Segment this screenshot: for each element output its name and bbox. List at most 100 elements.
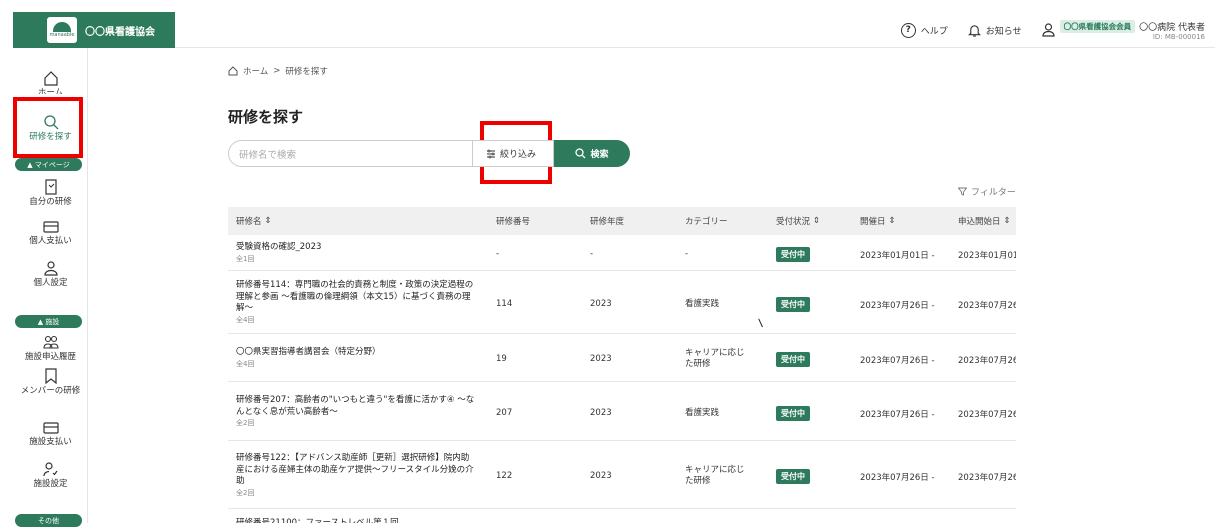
filter-button[interactable]: 絞り込み: [472, 140, 554, 167]
sort-icon: ⇕: [1003, 216, 1011, 226]
filter-toggle-link[interactable]: フィルター: [958, 185, 1016, 198]
status-badge-wrap: 受付中: [776, 247, 810, 262]
table-row[interactable]: 〇〇県実習指導者講習会（特定分野） 全4回 19 2023 キャリアに応じた研修 受付中 2…: [228, 334, 1016, 382]
logo-mark: [53, 22, 71, 32]
user-menu[interactable]: 〇〇県看護協会会員 〇〇病院 代表者 ID: MB-000016: [1042, 19, 1205, 41]
training-name[interactable]: 研修番号114：専門職の社会的責務と制度・政策の決定過程の理解と参画 〜看護職の…: [236, 280, 476, 325]
sidebar-item-facility-history[interactable]: 施設申込履歴: [13, 335, 88, 362]
training-name[interactable]: 研修番号122：【アドバンス助産師［更新］選択研修】院内助産における産婦主体の助…: [236, 453, 476, 498]
training-title: 受験資格の確認_2023: [236, 242, 322, 252]
event-date: 2023年07月26日 -: [860, 473, 935, 483]
apply-start-date: 2023年07月26: [958, 301, 1016, 311]
help-icon: ?: [900, 22, 916, 38]
table-row[interactable]: 研修番号114：専門職の社会的責務と制度・政策の決定過程の理解と参画 〜看護職の…: [228, 271, 1016, 334]
table-header: 研修名 ⇕ 研修番号 研修年度 カテゴリー 受付状況 ⇕ 開催日 ⇕ 申込開始日 ⇕: [228, 207, 1016, 235]
header-name[interactable]: 研修名 ⇕: [236, 207, 272, 235]
filter-link-label: フィルター: [971, 188, 1016, 198]
sidebar-item-home[interactable]: ホーム: [13, 70, 88, 94]
sort-icon: ⇕: [813, 216, 821, 226]
event-date: 2023年01月01日 -: [860, 251, 935, 261]
highlight-box-sidebar-search: [13, 97, 83, 158]
status-badge-wrap: 受付中: [776, 297, 810, 312]
sidebar-item-my-trainings[interactable]: 自分の研修: [13, 179, 88, 207]
event-date: 2023年07月26日 -: [860, 301, 935, 311]
sidebar-item-label: 施設支払い: [29, 437, 72, 447]
brand-bar[interactable]: manaable 〇〇県看護協会: [13, 12, 175, 48]
training-title: 研修番号21100：ファーストレベル第１回: [236, 518, 399, 523]
training-title: 研修番号122：【アドバンス助産師［更新］選択研修】院内助産における産婦主体の助…: [236, 453, 474, 486]
training-year: 2023: [590, 471, 612, 481]
header-apply[interactable]: 申込開始日 ⇕: [958, 207, 1011, 235]
sidebar-item-label: 自分の研修: [29, 197, 72, 207]
header-label: 申込開始日: [958, 217, 1001, 227]
sort-icon: ⇕: [264, 216, 272, 226]
training-year: 2023: [590, 299, 612, 309]
session-count: 全4回: [236, 359, 255, 368]
status-badge: 受付中: [776, 297, 810, 312]
training-number: 19: [496, 354, 507, 364]
table-row[interactable]: 研修番号21100：ファーストレベル第１回全1回211002023新人看護職員研…: [228, 509, 1016, 523]
event-date: 2023年07月26日 -: [860, 356, 935, 366]
event-date: 2023年07月26日 -: [860, 410, 935, 420]
training-category: 看護実践: [685, 299, 720, 309]
help-link[interactable]: ? ヘルプ: [900, 22, 948, 38]
search-button[interactable]: 検索: [554, 140, 630, 167]
card-icon: [42, 422, 59, 434]
table-row[interactable]: 研修番号207：高齢者の"いつもと違う"を看護に活かす④ 〜なんとなく息が荒い高…: [228, 382, 1016, 441]
training-name[interactable]: 受験資格の確認_2023 全1回: [236, 242, 476, 264]
sidebar-item-member-trainings[interactable]: メンバーの研修: [13, 368, 88, 396]
search-icon: [575, 148, 586, 159]
header-date[interactable]: 開催日 ⇕: [860, 207, 896, 235]
training-category: -: [685, 249, 689, 259]
search-input[interactable]: 研修名で検索: [228, 140, 472, 167]
sidebar-item-label: 個人支払い: [29, 236, 72, 246]
breadcrumb-home[interactable]: ホーム: [243, 65, 268, 77]
header-label: 開催日: [860, 217, 886, 227]
status-badge: 受付中: [776, 469, 810, 484]
training-category: 看護実践: [685, 408, 720, 418]
home-icon: [43, 71, 58, 86]
training-name[interactable]: 研修番号21100：ファーストレベル第１回全1回: [236, 518, 476, 523]
session-count: 全2回: [236, 419, 255, 427]
training-name[interactable]: 研修番号207：高齢者の"いつもと違う"を看護に活かす④ 〜なんとなく息が荒い高…: [236, 395, 476, 428]
session-count: 全2回: [236, 488, 255, 497]
table-row[interactable]: 研修番号122：【アドバンス助産師［更新］選択研修】院内助産における産婦主体の助…: [228, 441, 1016, 509]
header-actions: ? ヘルプ お知らせ 〇〇県看護協会会員 〇〇病院 代表者 ID: MB-000…: [900, 12, 1205, 48]
header-label: 研修番号: [496, 217, 531, 227]
user-name: 〇〇病院 代表者: [1139, 22, 1205, 33]
user-info: 〇〇県看護協会会員 〇〇病院 代表者 ID: MB-000016: [1059, 19, 1205, 41]
status-badge: 受付中: [776, 247, 810, 262]
facility-section-toggle[interactable]: ▲ 施設: [15, 315, 82, 328]
notice-link[interactable]: お知らせ: [967, 23, 1022, 38]
sidebar-item-label: 施設申込履歴: [24, 352, 76, 362]
breadcrumb: ホーム > 研修を探す: [228, 65, 328, 77]
sidebar-item-label: 個人設定: [33, 278, 68, 288]
training-title: 研修番号114：専門職の社会的責務と制度・政策の決定過程の理解と参画 〜看護職の…: [236, 280, 474, 313]
sidebar-item-facility-settings[interactable]: 施設設定: [13, 462, 88, 489]
help-label: ヘルプ: [920, 26, 948, 37]
other-section-toggle[interactable]: その他: [15, 514, 82, 527]
sliders-icon: [487, 149, 495, 158]
apply-start-date: 2023年07月26: [958, 356, 1016, 366]
status-badge: 受付中: [776, 406, 810, 421]
sidebar-item-settings[interactable]: 個人設定: [13, 261, 88, 288]
org-name: 〇〇県看護協会: [85, 26, 155, 38]
header-label: カテゴリー: [685, 217, 728, 227]
table-row[interactable]: 受験資格の確認_2023 全1回 - - - 受付中 2023年01月01日 - 2023年0…: [228, 235, 1016, 271]
sort-icon: ⇕: [888, 216, 896, 226]
notice-label: お知らせ: [985, 26, 1022, 37]
person-settings-icon: [43, 462, 58, 477]
status-badge-wrap: 受付中: [776, 406, 810, 421]
training-table: 研修名 ⇕ 研修番号 研修年度 カテゴリー 受付状況 ⇕ 開催日 ⇕ 申込開始日 ⇕ 受…: [228, 207, 1016, 523]
session-count: 全1回: [236, 254, 255, 263]
sidebar-item-payments[interactable]: 個人支払い: [13, 220, 88, 246]
breadcrumb-current: 研修を探す: [285, 67, 328, 77]
training-name[interactable]: 〇〇県実習指導者講習会（特定分野） 全4回: [236, 347, 476, 369]
sidebar-item-facility-payments[interactable]: 施設支払い: [13, 421, 88, 447]
mypage-section-toggle[interactable]: ▲ マイページ: [15, 158, 82, 171]
header-status[interactable]: 受付状況 ⇕: [776, 207, 820, 235]
header-label: 研修名: [236, 217, 262, 227]
apply-start-date: 2023年01月01: [958, 251, 1016, 261]
training-number: 114: [496, 299, 513, 309]
funnel-icon: [958, 187, 967, 196]
